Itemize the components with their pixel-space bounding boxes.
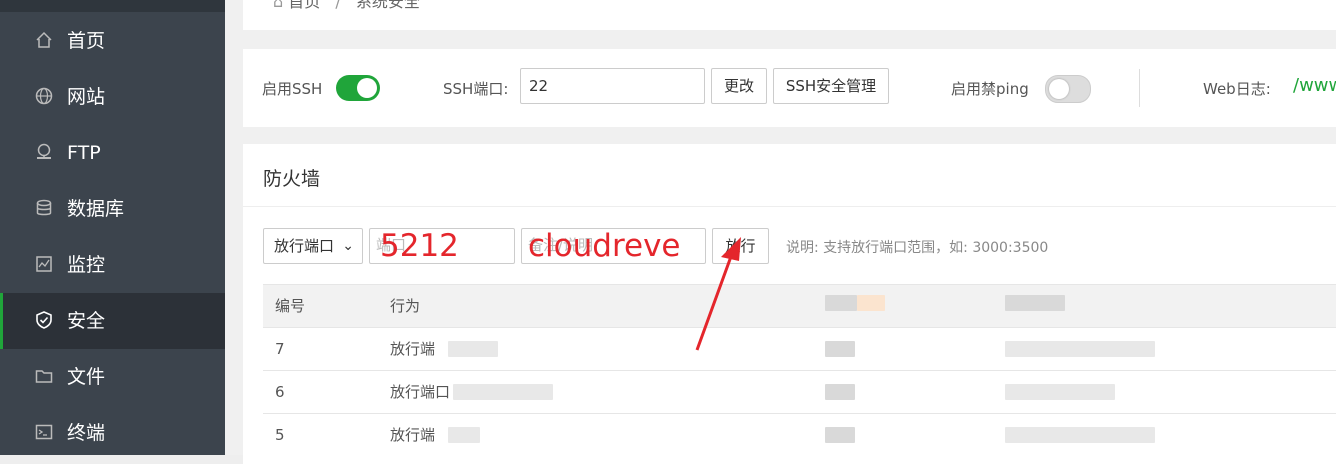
sidebar-item-database[interactable]: 数据库 [0, 181, 225, 237]
weblog-label: Web日志: [1203, 80, 1271, 98]
home-icon: ⌂ [273, 0, 284, 11]
rule-type-select[interactable]: 放行端口 ⌄ [263, 228, 363, 264]
breadcrumb-panel: ⌂ 首页 / 系统安全 [243, 0, 1336, 30]
redacted-header [857, 295, 885, 311]
redacted-text [448, 341, 498, 357]
breadcrumb-separator: / [335, 0, 341, 11]
sidebar-item-files[interactable]: 文件 [0, 349, 225, 405]
ssh-toggle[interactable] [336, 75, 380, 101]
table-header: 编号 行为 [263, 284, 1336, 327]
chevron-down-icon: ⌄ [342, 238, 354, 254]
rule-id: 7 [275, 340, 285, 358]
redacted-text [1005, 341, 1155, 357]
sidebar-item-label: 终端 [67, 422, 106, 444]
redacted-header [1005, 295, 1065, 311]
breadcrumb: ⌂ 首页 / 系统安全 [273, 0, 420, 12]
breadcrumb-current: 系统安全 [355, 0, 420, 11]
note-annotation: cloudreve [528, 228, 681, 264]
folder-icon [35, 370, 53, 383]
table-row[interactable]: 7 放行端 [263, 327, 1336, 370]
shield-icon [36, 311, 52, 329]
change-port-button[interactable]: 更改 [711, 68, 767, 104]
column-header: 行为 [390, 297, 421, 315]
divider [243, 206, 1336, 207]
redacted-text [825, 427, 855, 443]
sidebar-item-ftp[interactable]: FTP [0, 125, 225, 181]
sidebar-item-label: 监控 [67, 254, 106, 276]
column-header: 编号 [275, 297, 306, 315]
ssh-settings-panel: 启用SSH SSH端口: 22 更改 SSH安全管理 启用禁ping Web日志… [243, 49, 1336, 127]
port-annotation: 5212 [380, 228, 459, 264]
firewall-hint: 说明: 支持放行端口范围，如: 3000:3500 [786, 240, 1049, 256]
port-input[interactable]: 端口 5212 [369, 228, 515, 264]
ftp-icon [37, 143, 51, 159]
sidebar-item-security[interactable]: 安全 [0, 293, 225, 349]
redacted-header [825, 295, 857, 311]
redacted-text [825, 384, 855, 400]
database-icon [36, 199, 52, 216]
sidebar-header [0, 0, 225, 12]
sidebar-item-website[interactable]: 网站 [0, 69, 225, 125]
active-indicator [0, 293, 3, 349]
rule-type-value: 放行端口 [274, 237, 335, 255]
rule-action: 放行端口 [390, 383, 451, 401]
redacted-text [448, 427, 480, 443]
monitor-icon [36, 256, 52, 272]
ssh-port-label: SSH端口: [443, 80, 509, 98]
sidebar-item-label: 数据库 [67, 198, 125, 220]
ssh-port-input[interactable]: 22 [520, 68, 705, 104]
annotation-arrow [695, 237, 741, 351]
ssh-enable-label: 启用SSH [262, 80, 323, 98]
rule-id: 6 [275, 383, 285, 401]
redacted-text [825, 341, 855, 357]
rule-action: 放行端 [390, 426, 436, 444]
sidebar: 首页 网站 FTP 数据库 监控 安全 文件 终端 [0, 0, 225, 455]
ping-label: 启用禁ping [951, 80, 1029, 98]
main-content: ⌂ 首页 / 系统安全 启用SSH SSH端口: 22 更改 SSH安全管理 启… [225, 0, 1336, 464]
sidebar-item-monitor[interactable]: 监控 [0, 237, 225, 293]
divider [1139, 69, 1140, 107]
rule-action: 放行端 [390, 340, 436, 358]
redacted-text [453, 384, 553, 400]
redacted-text [1005, 384, 1115, 400]
ping-toggle[interactable] [1045, 75, 1091, 103]
sidebar-item-label: 安全 [67, 310, 106, 332]
terminal-icon [35, 424, 53, 440]
sidebar-item-label: FTP [67, 142, 101, 164]
table-row[interactable]: 5 放行端 [263, 413, 1336, 456]
weblog-path[interactable]: /www [1293, 75, 1336, 96]
sidebar-item-home[interactable]: 首页 [0, 13, 225, 69]
firewall-title: 防火墙 [263, 168, 321, 190]
sidebar-item-label: 网站 [67, 86, 106, 108]
sidebar-item-terminal[interactable]: 终端 [0, 405, 225, 461]
toggle-knob [1049, 79, 1069, 99]
firewall-panel: 防火墙 放行端口 ⌄ 端口 5212 备注/说明 cloudreve 放行 说明… [243, 144, 1336, 464]
sidebar-item-label: 首页 [67, 30, 106, 52]
table-row[interactable]: 6 放行端口 [263, 370, 1336, 413]
rule-id: 5 [275, 426, 285, 444]
home-icon [36, 31, 52, 48]
globe-icon [35, 87, 53, 105]
breadcrumb-home[interactable]: 首页 [288, 0, 320, 11]
sidebar-item-label: 文件 [67, 366, 106, 388]
toggle-knob [357, 78, 377, 98]
ssh-manage-button[interactable]: SSH安全管理 [773, 68, 889, 104]
note-input[interactable]: 备注/说明 cloudreve [521, 228, 706, 264]
redacted-text [1005, 427, 1155, 443]
